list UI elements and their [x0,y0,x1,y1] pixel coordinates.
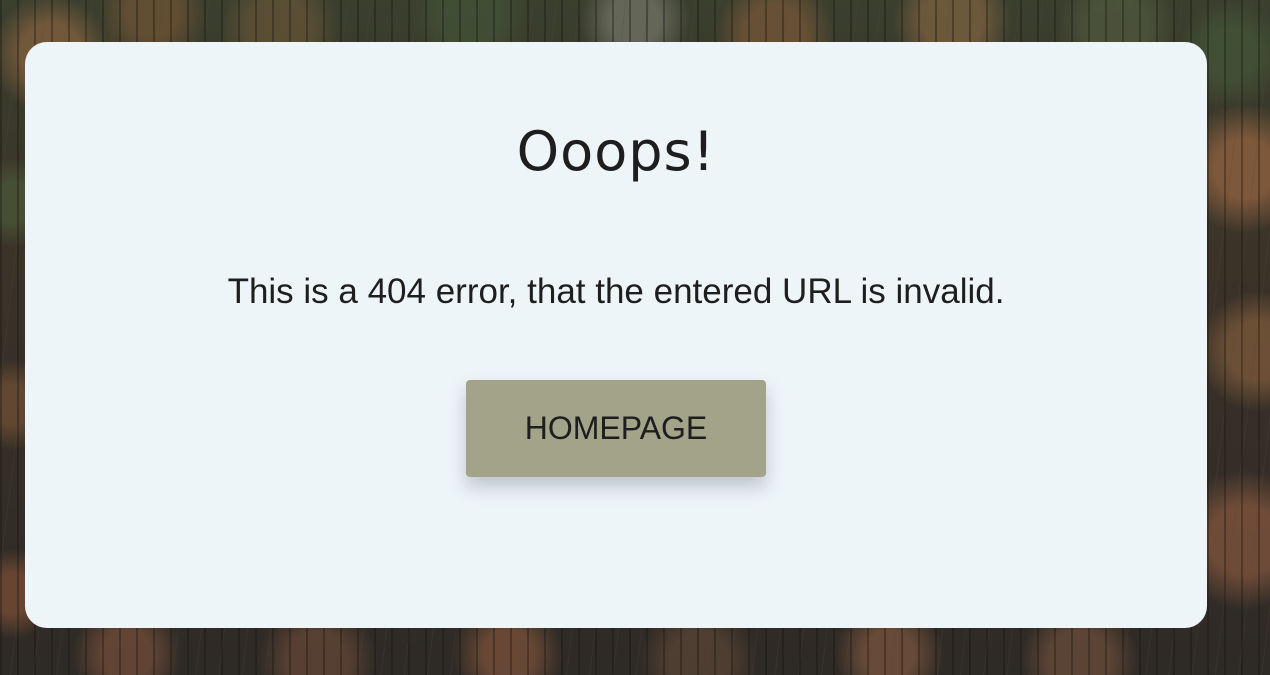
error-message: This is a 404 error, that the entered UR… [227,272,1005,311]
homepage-button[interactable]: HOMEPAGE [466,380,766,477]
error-card: Ooops! This is a 404 error, that the ent… [25,42,1207,628]
page-title: Ooops! [516,120,716,183]
